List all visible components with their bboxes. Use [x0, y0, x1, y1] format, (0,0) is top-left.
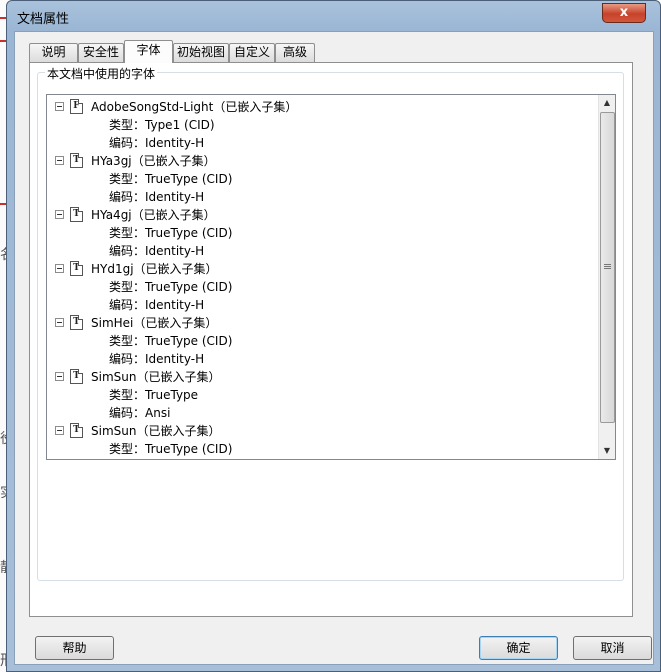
collapse-icon[interactable]: [55, 156, 64, 165]
font-name: SimSun（已嵌入子集）: [91, 424, 221, 438]
close-button[interactable]: x: [602, 3, 646, 23]
tab-custom[interactable]: 自定义: [229, 43, 275, 62]
detail-text: 编码：Identity-H: [109, 298, 205, 312]
cancel-button[interactable]: 取消: [573, 636, 652, 660]
font-name: AdobeSongStd-Light（已嵌入子集）: [91, 100, 298, 114]
document-properties-dialog: 文档属性 x 说明 安全性 字体 初始视图 自定义 高级 本文档中使用的字体 F…: [6, 0, 661, 672]
collapse-icon[interactable]: [55, 102, 64, 111]
tab-description[interactable]: 说明: [29, 43, 78, 62]
font-name: SimHei（已嵌入子集）: [91, 316, 218, 330]
detail-text: 类型：TrueType: [109, 388, 199, 402]
detail-text: 类型：TrueType (CID): [109, 172, 233, 186]
detail-text: 类型：TrueType (CID): [109, 442, 233, 456]
dialog-title: 文档属性: [17, 12, 70, 27]
truetype-font-icon: T: [70, 315, 83, 330]
ok-button[interactable]: 确定: [479, 636, 558, 660]
font-name: HYa3gj（已嵌入子集）: [91, 154, 216, 168]
scroll-thumb[interactable]: [600, 112, 615, 423]
detail-text: 编码：Ansi: [109, 406, 171, 420]
detail-text: 类型：TrueType (CID): [109, 226, 233, 240]
fonts-group-title: 本文档中使用的字体: [45, 65, 158, 82]
collapse-icon[interactable]: [55, 318, 64, 327]
type1-font-icon: F: [70, 99, 83, 114]
grip-line: [604, 268, 611, 269]
font-tree-list[interactable]: F AdobeSongStd-Light（已嵌入子集） 类型：Type1 (CID)…: [46, 94, 616, 460]
fonts-tab-panel: 本文档中使用的字体 F AdobeSongStd-Light（已嵌入子集） 类型：T…: [29, 62, 633, 617]
title-bar[interactable]: 文档属性 x: [7, 1, 660, 31]
tab-security[interactable]: 安全性: [78, 43, 124, 62]
vertical-scrollbar[interactable]: ▲ ▼: [598, 95, 615, 459]
detail-text: 编码：Identity-H: [109, 244, 205, 258]
font-name: SimSun（已嵌入子集）: [91, 370, 221, 384]
truetype-font-icon: T: [70, 423, 83, 438]
truetype-font-icon: T: [70, 261, 83, 276]
detail-text: 类型：TrueType (CID): [109, 334, 233, 348]
scroll-down-arrow-icon[interactable]: ▼: [599, 443, 615, 459]
grip-line: [604, 266, 611, 267]
detail-text: 编码：Identity-H: [109, 136, 205, 150]
collapse-icon[interactable]: [55, 264, 64, 273]
scroll-up-arrow-icon[interactable]: ▲: [599, 95, 615, 111]
fonts-group: 本文档中使用的字体 F AdobeSongStd-Light（已嵌入子集） 类型：T…: [37, 65, 624, 581]
detail-text: 类型：TrueType (CID): [109, 280, 233, 294]
truetype-font-icon: T: [70, 153, 83, 168]
tab-advanced[interactable]: 高级: [275, 43, 315, 62]
detail-text: 编码：Identity-H: [109, 352, 205, 366]
tab-initial-view[interactable]: 初始视图: [173, 43, 229, 62]
font-name: HYa4gj（已嵌入子集）: [91, 208, 216, 222]
detail-text: 编码：Identity-H: [109, 190, 205, 204]
dialog-client-area: 说明 安全性 字体 初始视图 自定义 高级 本文档中使用的字体 F AdobeSo…: [14, 31, 654, 665]
collapse-icon[interactable]: [55, 210, 64, 219]
grip-line: [604, 264, 611, 265]
truetype-font-icon: T: [70, 369, 83, 384]
truetype-font-icon: T: [70, 207, 83, 222]
tab-fonts[interactable]: 字体: [124, 40, 173, 63]
collapse-icon[interactable]: [55, 372, 64, 381]
help-button[interactable]: 帮助: [35, 636, 114, 660]
font-name: HYd1gj（已嵌入子集）: [91, 262, 218, 276]
detail-text: 类型：Type1 (CID): [109, 118, 215, 132]
collapse-icon[interactable]: [55, 426, 64, 435]
